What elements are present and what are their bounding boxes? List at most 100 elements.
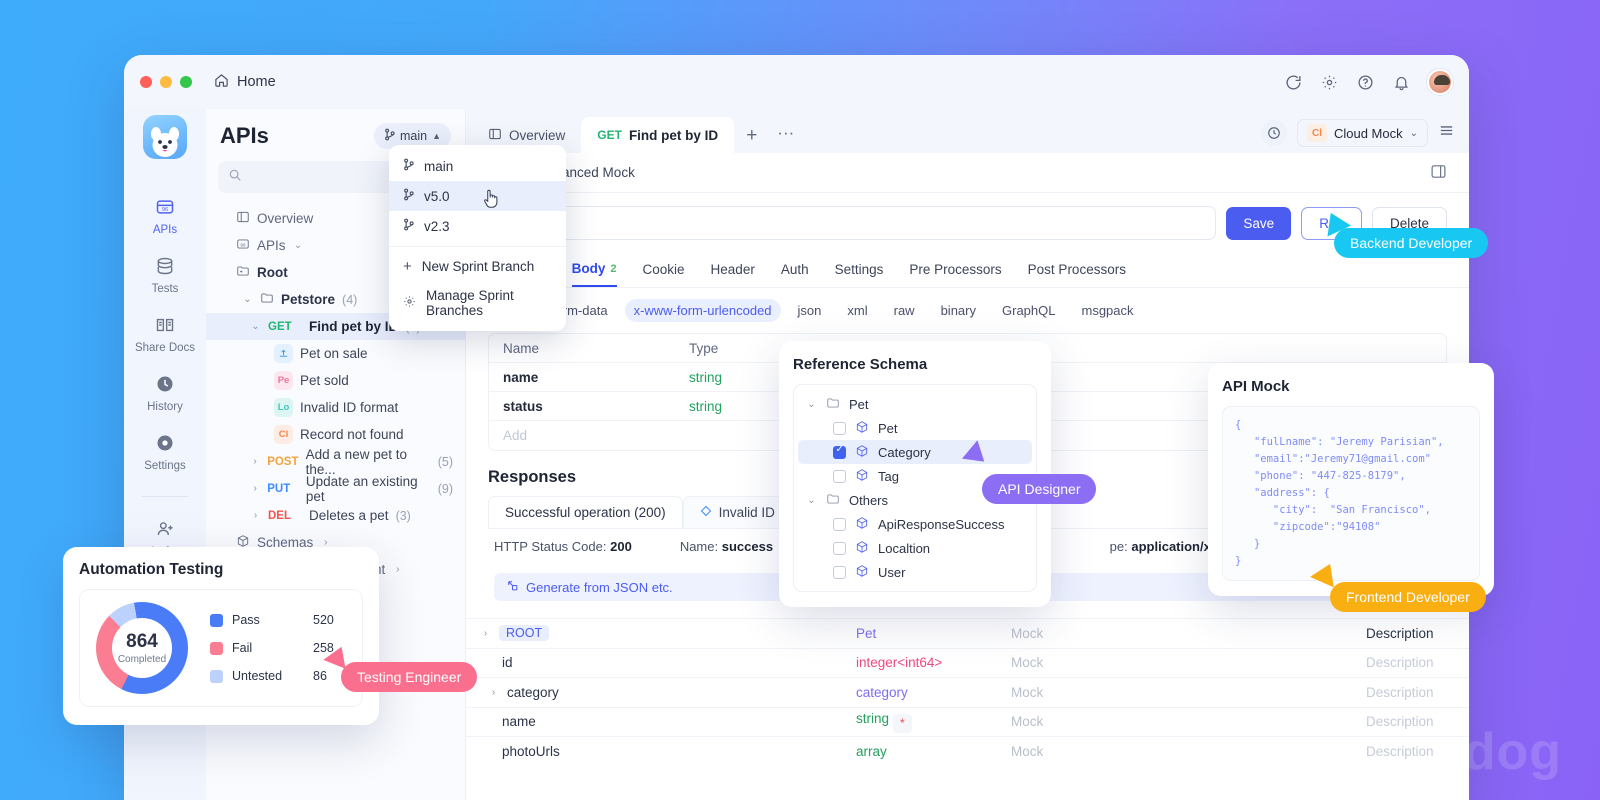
checkbox-apiresponsesuccess[interactable] [833, 518, 846, 531]
mock-line-5: "city": "San Francisco", [1235, 504, 1431, 516]
home-label: Home [237, 74, 276, 90]
param-name-0: name [489, 370, 689, 385]
ptab-settings[interactable]: Settings [835, 262, 884, 286]
ctype-msgpack[interactable]: msgpack [1072, 299, 1142, 322]
tree-label-overview: Overview [257, 211, 313, 226]
menu-divider [389, 246, 566, 247]
manage-sprint-branches-button[interactable]: Manage Sprint Branches [389, 281, 566, 325]
sync-icon[interactable] [1261, 120, 1287, 146]
chevron-down-icon[interactable]: ⌄ [250, 321, 261, 332]
schema-desc-1[interactable]: Description [1366, 685, 1434, 700]
chevron-right-icon[interactable]: › [250, 510, 261, 521]
schema-item-user[interactable]: User [798, 560, 1032, 584]
chevron-right-icon[interactable]: › [480, 628, 491, 639]
ctype-graphql[interactable]: GraphQL [993, 299, 1064, 322]
chevron-down-icon[interactable]: ⌄ [806, 495, 817, 506]
save-button[interactable]: Save [1226, 207, 1291, 240]
chevron-down-icon[interactable]: ⌄ [242, 294, 253, 305]
branch-menu-item-v50[interactable]: v5.0 [389, 181, 566, 211]
tab-more-button[interactable]: ··· [769, 123, 802, 153]
window-controls[interactable] [140, 76, 192, 88]
tree-item-delete-pet[interactable]: › DEL Deletes a pet (3) [206, 502, 465, 529]
checkbox-category[interactable] [833, 446, 846, 459]
close-window-button[interactable] [140, 76, 152, 88]
table-row[interactable]: photoUrls array Mock Description [466, 736, 1469, 766]
apis-icon: 96 [154, 196, 176, 218]
checkbox-user[interactable] [833, 566, 846, 579]
schema-desc-2[interactable]: Description [1366, 714, 1434, 729]
gear-icon[interactable] [1319, 72, 1339, 92]
response-schema-table: › ROOT Pet Mock Description id integer<i… [466, 618, 1469, 766]
ctype-xml[interactable]: xml [838, 299, 876, 322]
schema-item-localtion[interactable]: Localtion [798, 536, 1032, 560]
ptab-auth[interactable]: Auth [781, 262, 809, 286]
new-sprint-branch-button[interactable]: + New Sprint Branch [389, 252, 566, 281]
ptab-post-processors[interactable]: Post Processors [1028, 262, 1126, 286]
table-row[interactable]: name string * Mock Description [466, 707, 1469, 737]
schema-mock-0[interactable]: Mock [1011, 655, 1366, 670]
tree-item-pet-sold[interactable]: Pe Pet sold [206, 367, 465, 394]
tree-item-update-pet[interactable]: › PUT Update an existing pet (9) [206, 475, 465, 502]
url-input[interactable]: :/{petId} [488, 206, 1216, 240]
bell-icon[interactable] [1391, 72, 1411, 92]
ptab-body[interactable]: Body 2 [572, 261, 617, 287]
add-tab-button[interactable]: + [734, 125, 769, 153]
tree-item-pet-on-sale[interactable]: Pet on sale [206, 340, 465, 367]
folder-icon [826, 396, 840, 413]
ctype-json[interactable]: json [789, 299, 831, 322]
rail-item-tests[interactable]: Tests [130, 246, 200, 303]
tree-item-record-not-found[interactable]: Cl Record not found [206, 421, 465, 448]
chevron-right-icon[interactable]: › [250, 483, 260, 494]
tree-item-invalid-id-format[interactable]: Lo Invalid ID format [206, 394, 465, 421]
minimize-window-button[interactable] [160, 76, 172, 88]
schema-mock-1[interactable]: Mock [1011, 685, 1366, 700]
mock-line-1: "fulLname": "Jeremy Parisian", [1235, 436, 1444, 448]
menu-icon[interactable] [1438, 122, 1455, 144]
refresh-icon[interactable] [1283, 72, 1303, 92]
chevron-right-icon[interactable]: › [392, 564, 403, 575]
avatar[interactable] [1427, 69, 1453, 95]
help-icon[interactable] [1355, 72, 1375, 92]
ptab-pre-processors[interactable]: Pre Processors [909, 262, 1001, 286]
ctype-raw[interactable]: raw [885, 299, 924, 322]
schema-group-pet[interactable]: ⌄ Pet [798, 392, 1032, 416]
ctype-x-www-form-urlencoded[interactable]: x-www-form-urlencoded [625, 299, 781, 322]
schema-item-pet[interactable]: Pet [798, 416, 1032, 440]
ctype-binary[interactable]: binary [932, 299, 985, 322]
table-row[interactable]: id integer<int64> Mock Description [466, 648, 1469, 678]
chevron-down-icon[interactable]: ⌄ [293, 240, 304, 251]
schema-desc-3[interactable]: Description [1366, 744, 1434, 759]
schema-mock-2[interactable]: Mock [1011, 714, 1366, 729]
ptab-cookie[interactable]: Cookie [643, 262, 685, 286]
response-tab-success[interactable]: Successful operation (200) [488, 496, 683, 528]
table-row[interactable]: › category category Mock Description [466, 677, 1469, 707]
maximize-window-button[interactable] [180, 76, 192, 88]
api-mock-card: API Mock { "fulLname": "Jeremy Parisian"… [1208, 363, 1494, 596]
rail-item-share-docs[interactable]: Share Docs [130, 305, 200, 362]
schema-mock-3[interactable]: Mock [1011, 744, 1366, 759]
checkbox-localtion[interactable] [833, 542, 846, 555]
chevron-right-icon[interactable]: › [250, 456, 260, 467]
tree-label-add-pet: Add a new pet to the... [306, 447, 431, 477]
schema-desc-0[interactable]: Description [1366, 655, 1434, 670]
rail-item-apis[interactable]: 96 APIs [130, 187, 200, 244]
environment-selector[interactable]: Cl Cloud Mock ⌄ [1297, 119, 1428, 147]
schema-name-1: category [507, 685, 559, 700]
chevron-down-icon[interactable]: ⌄ [806, 399, 817, 410]
schema-item-apiresponsesuccess[interactable]: ApiResponseSuccess [798, 512, 1032, 536]
tab-find-pet-by-id[interactable]: GET Find pet by ID [581, 117, 734, 153]
checkbox-pet[interactable] [833, 422, 846, 435]
branch-menu-item-v23[interactable]: v2.3 [389, 211, 566, 241]
checkbox-tag[interactable] [833, 470, 846, 483]
schema-item-category[interactable]: Category [798, 440, 1032, 464]
rail-item-history[interactable]: History [130, 364, 200, 421]
ptab-header[interactable]: Header [711, 262, 755, 286]
toggle-sidepanel-icon[interactable] [1430, 163, 1447, 183]
home-breadcrumb[interactable]: Home [214, 73, 276, 92]
tree-item-add-pet[interactable]: › POST Add a new pet to the... (5) [206, 448, 465, 475]
chevron-right-icon[interactable]: › [488, 687, 499, 698]
rail-item-settings[interactable]: Settings [130, 423, 200, 480]
branch-menu-item-main[interactable]: main [389, 151, 566, 181]
apis-folder-icon: 96 [236, 237, 250, 254]
branch-icon [403, 188, 414, 204]
